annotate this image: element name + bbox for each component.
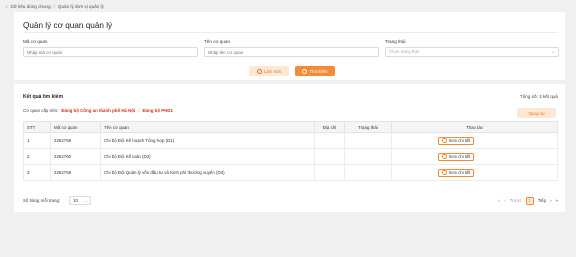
cell-status (344, 132, 392, 149)
total-value: 3 (539, 94, 542, 99)
code-input[interactable] (23, 47, 198, 57)
view-detail-label: Xem chi tiết (448, 154, 471, 159)
back-button[interactable]: Quay lại (517, 108, 556, 118)
eye-icon (442, 170, 447, 175)
cell-address (314, 164, 345, 181)
parent-path-item-2[interactable]: Đảng bộ PHD1 (142, 108, 173, 113)
table-row: 3 2262758 Chi bộ Đội Quản lý vốn đầu tư … (23, 164, 558, 181)
cell-code: 2262758 (50, 164, 101, 181)
breadcrumb-item-current: Quản lý đơn vị quản lý (57, 4, 104, 9)
cell-name: Chi bộ Đội Quản lý vốn đầu tư và Kinh ph… (100, 164, 315, 181)
cell-actions: Xem chi tiết (391, 132, 558, 149)
chevron-left-icon[interactable]: ‹ (6, 4, 8, 9)
table-row: 2 2262760 Chi bộ Đội Kế toán (D2) Xem ch… (23, 148, 558, 165)
view-detail-label: Xem chi tiết (448, 138, 471, 143)
table-row: 1 2262759 Chi bộ Đội Kế hoạch Tổng hợp (… (23, 132, 558, 149)
breadcrumb-item-shared-data[interactable]: Dữ liệu dùng chung (11, 4, 51, 9)
double-chevron-right-icon[interactable]: » (556, 198, 558, 203)
view-detail-button[interactable]: Xem chi tiết (438, 136, 475, 145)
cell-stt: 2 (23, 148, 51, 165)
cell-name: Chi bộ Đội Kế toán (D2) (100, 148, 315, 165)
view-detail-button[interactable]: Xem chi tiết (438, 152, 475, 161)
table-header: STT Mã cơ quan Tên cơ quan Địa chỉ Trạng… (23, 121, 558, 133)
path-separator: / (138, 108, 140, 113)
prev-page-button[interactable]: Trước (510, 198, 522, 203)
pagination: Số hàng mỗi trang: 10 ⌄ « ‹ Trước 1 Tiếp… (23, 196, 558, 206)
name-input[interactable] (204, 47, 379, 57)
cell-code: 2262760 (50, 148, 101, 165)
refresh-icon (256, 68, 262, 74)
view-detail-button[interactable]: Xem chi tiết (438, 168, 475, 177)
page-title: Quản lý cơ quan quản lý (23, 21, 113, 30)
eye-icon (442, 154, 447, 159)
breadcrumb-separator: / (53, 4, 55, 9)
results-total: Tổng số: 3 kết quả (520, 94, 558, 99)
search-button-label: Tìm kiếm (309, 68, 328, 74)
cell-actions: Xem chi tiết (391, 148, 558, 165)
col-stt: STT (23, 121, 51, 133)
cell-status (344, 164, 392, 181)
double-chevron-left-icon[interactable]: « (498, 198, 500, 203)
chevron-right-icon[interactable]: › (550, 198, 551, 203)
chevron-down-icon: ⌄ (550, 49, 555, 55)
parent-label: Cơ quan cấp trên: (23, 108, 59, 113)
status-label: Trạng thái (385, 39, 406, 44)
parent-path: Cơ quan cấp trên: Đảng bộ Công an thành … (23, 108, 173, 113)
chevron-left-icon[interactable]: ‹ (504, 198, 505, 203)
status-select[interactable]: Chọn trạng thái ⌄ (385, 47, 559, 57)
cell-stt: 1 (23, 132, 51, 149)
view-detail-label: Xem chi tiết (448, 170, 471, 175)
col-address: Địa chỉ (314, 121, 345, 133)
results-panel: Kết quả tìm kiếm Tổng số: 3 kết quả Cơ q… (14, 84, 565, 212)
cell-code: 2262759 (50, 132, 101, 149)
col-name: Tên cơ quan (100, 121, 315, 133)
page-number-current[interactable]: 1 (525, 196, 534, 205)
name-label: Tên cơ quan (204, 39, 230, 44)
page-size-label: Số hàng mỗi trang: (23, 198, 61, 203)
col-status: Trạng thái (344, 121, 392, 133)
cell-status (344, 148, 392, 165)
parent-path-item-1[interactable]: Đảng bộ Công an thành phố Hà Nội (61, 108, 135, 113)
results-title: Kết quả tìm kiếm (23, 94, 64, 100)
cell-address (314, 132, 345, 149)
chevron-down-icon: ⌄ (84, 198, 88, 203)
total-prefix: Tổng số: (519, 94, 538, 99)
search-icon (302, 68, 308, 74)
title-divider (23, 32, 558, 33)
page-size-select[interactable]: 10 ⌄ (69, 196, 91, 205)
page-size-value: 10 (73, 198, 78, 203)
total-suffix: kết quả (542, 94, 558, 99)
col-actions: Thao tác (391, 121, 558, 133)
results-table: STT Mã cơ quan Tên cơ quan Địa chỉ Trạng… (23, 121, 558, 181)
page-controls: « ‹ Trước 1 Tiếp › » (498, 196, 558, 205)
next-page-button[interactable]: Tiếp (538, 198, 546, 203)
status-placeholder: Chọn trạng thái (389, 49, 420, 54)
col-code: Mã cơ quan (50, 121, 101, 133)
eye-icon (442, 138, 447, 143)
search-button[interactable]: Tìm kiếm (295, 66, 335, 76)
cell-name: Chi bộ Đội Kế hoạch Tổng hợp (D1) (100, 132, 315, 149)
cell-stt: 3 (23, 164, 51, 181)
reset-button-label: Làm mới (263, 68, 282, 74)
cell-actions: Xem chi tiết (391, 164, 558, 181)
code-label: Mã cơ quan (23, 39, 48, 44)
cell-address (314, 148, 345, 165)
reset-button[interactable]: Làm mới (249, 66, 289, 76)
breadcrumb: ‹ Dữ liệu dùng chung / Quản lý đơn vị qu… (6, 4, 104, 9)
filter-panel: Quản lý cơ quan quản lý Mã cơ quan Tên c… (14, 12, 565, 80)
